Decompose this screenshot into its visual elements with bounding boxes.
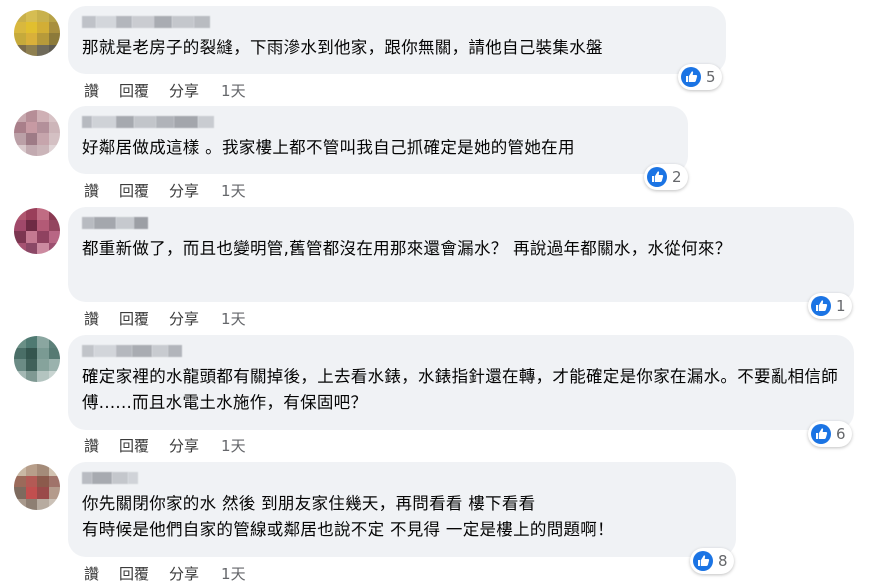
comment-actions: 讚 回覆 分享 1天 — [84, 180, 266, 201]
reaction-count[interactable]: 2 — [644, 164, 688, 190]
comment-text: 都重新做了，而且也變明管,舊管都沒在用那來還會漏水？ 再說過年都關水，水從何來？ — [82, 239, 732, 258]
avatar[interactable] — [14, 464, 60, 510]
share-button[interactable]: 分享 — [169, 308, 199, 329]
comment-bubble: 那就是老房子的裂縫，下雨滲水到他家，跟你無關，請他自己裝集水盤 — [68, 6, 726, 74]
avatar[interactable] — [14, 336, 60, 382]
like-icon — [811, 296, 831, 316]
avatar[interactable] — [14, 208, 60, 254]
comment-actions: 讚 回覆 分享 1天 — [84, 80, 266, 101]
reply-button[interactable]: 回覆 — [119, 180, 149, 201]
share-button[interactable]: 分享 — [169, 180, 199, 201]
comment-text: 好鄰居做成這樣 。我家樓上都不管叫我自己抓確定是她的管她在用 — [82, 138, 575, 157]
comment-bubble: 你先關閉你家的水 然後 到朋友家住幾天，再問看看 樓下看看 有時候是他們自家的管… — [68, 462, 736, 557]
avatar[interactable] — [14, 10, 60, 56]
comment-text: 確定家裡的水龍頭都有關掉後，上去看水錶，水錶指針還在轉，才能確定是你家在漏水。不… — [82, 367, 838, 412]
like-icon — [647, 167, 667, 187]
reply-button[interactable]: 回覆 — [119, 435, 149, 456]
like-count: 1 — [836, 297, 846, 315]
reply-button[interactable]: 回覆 — [119, 80, 149, 101]
comment-actions: 讚 回覆 分享 1天 — [84, 435, 266, 456]
timestamp[interactable]: 1天 — [221, 80, 246, 101]
comment-actions: 讚 回覆 分享 1天 — [84, 308, 266, 329]
timestamp[interactable]: 1天 — [221, 563, 246, 584]
comment-bubble: 確定家裡的水龍頭都有關掉後，上去看水錶，水錶指針還在轉，才能確定是你家在漏水。不… — [68, 335, 854, 430]
commenter-name[interactable] — [82, 16, 714, 30]
comment-bubble: 都重新做了，而且也變明管,舊管都沒在用那來還會漏水？ 再說過年都關水，水從何來？ — [68, 207, 854, 302]
share-button[interactable]: 分享 — [169, 435, 199, 456]
share-button[interactable]: 分享 — [169, 80, 199, 101]
like-icon — [693, 551, 713, 571]
reaction-count[interactable]: 8 — [690, 548, 734, 574]
like-count: 8 — [718, 552, 728, 570]
comment-actions: 讚 回覆 分享 1天 — [84, 563, 266, 584]
like-icon — [811, 424, 831, 444]
timestamp[interactable]: 1天 — [221, 308, 246, 329]
reaction-count[interactable]: 5 — [678, 64, 722, 90]
reaction-count[interactable]: 1 — [808, 293, 852, 319]
commenter-name[interactable] — [82, 116, 676, 130]
like-button[interactable]: 讚 — [84, 80, 99, 101]
commenter-name[interactable] — [82, 345, 842, 359]
comment-text: 你先關閉你家的水 然後 到朋友家住幾天，再問看看 樓下看看 有時候是他們自家的管… — [82, 494, 614, 539]
timestamp[interactable]: 1天 — [221, 435, 246, 456]
like-count: 6 — [836, 425, 846, 443]
like-button[interactable]: 讚 — [84, 563, 99, 584]
comment-bubble: 好鄰居做成這樣 。我家樓上都不管叫我自己抓確定是她的管她在用 — [68, 106, 688, 174]
avatar[interactable] — [14, 110, 60, 156]
timestamp[interactable]: 1天 — [221, 180, 246, 201]
like-button[interactable]: 讚 — [84, 180, 99, 201]
reaction-count[interactable]: 6 — [808, 421, 852, 447]
share-button[interactable]: 分享 — [169, 563, 199, 584]
like-button[interactable]: 讚 — [84, 435, 99, 456]
reply-button[interactable]: 回覆 — [119, 563, 149, 584]
commenter-name[interactable] — [82, 472, 724, 486]
like-icon — [681, 67, 701, 87]
like-count: 5 — [706, 68, 716, 86]
comment-text: 那就是老房子的裂縫，下雨滲水到他家，跟你無關，請他自己裝集水盤 — [82, 38, 603, 57]
reply-button[interactable]: 回覆 — [119, 308, 149, 329]
like-count: 2 — [672, 168, 682, 186]
commenter-name[interactable] — [82, 217, 842, 231]
like-button[interactable]: 讚 — [84, 308, 99, 329]
